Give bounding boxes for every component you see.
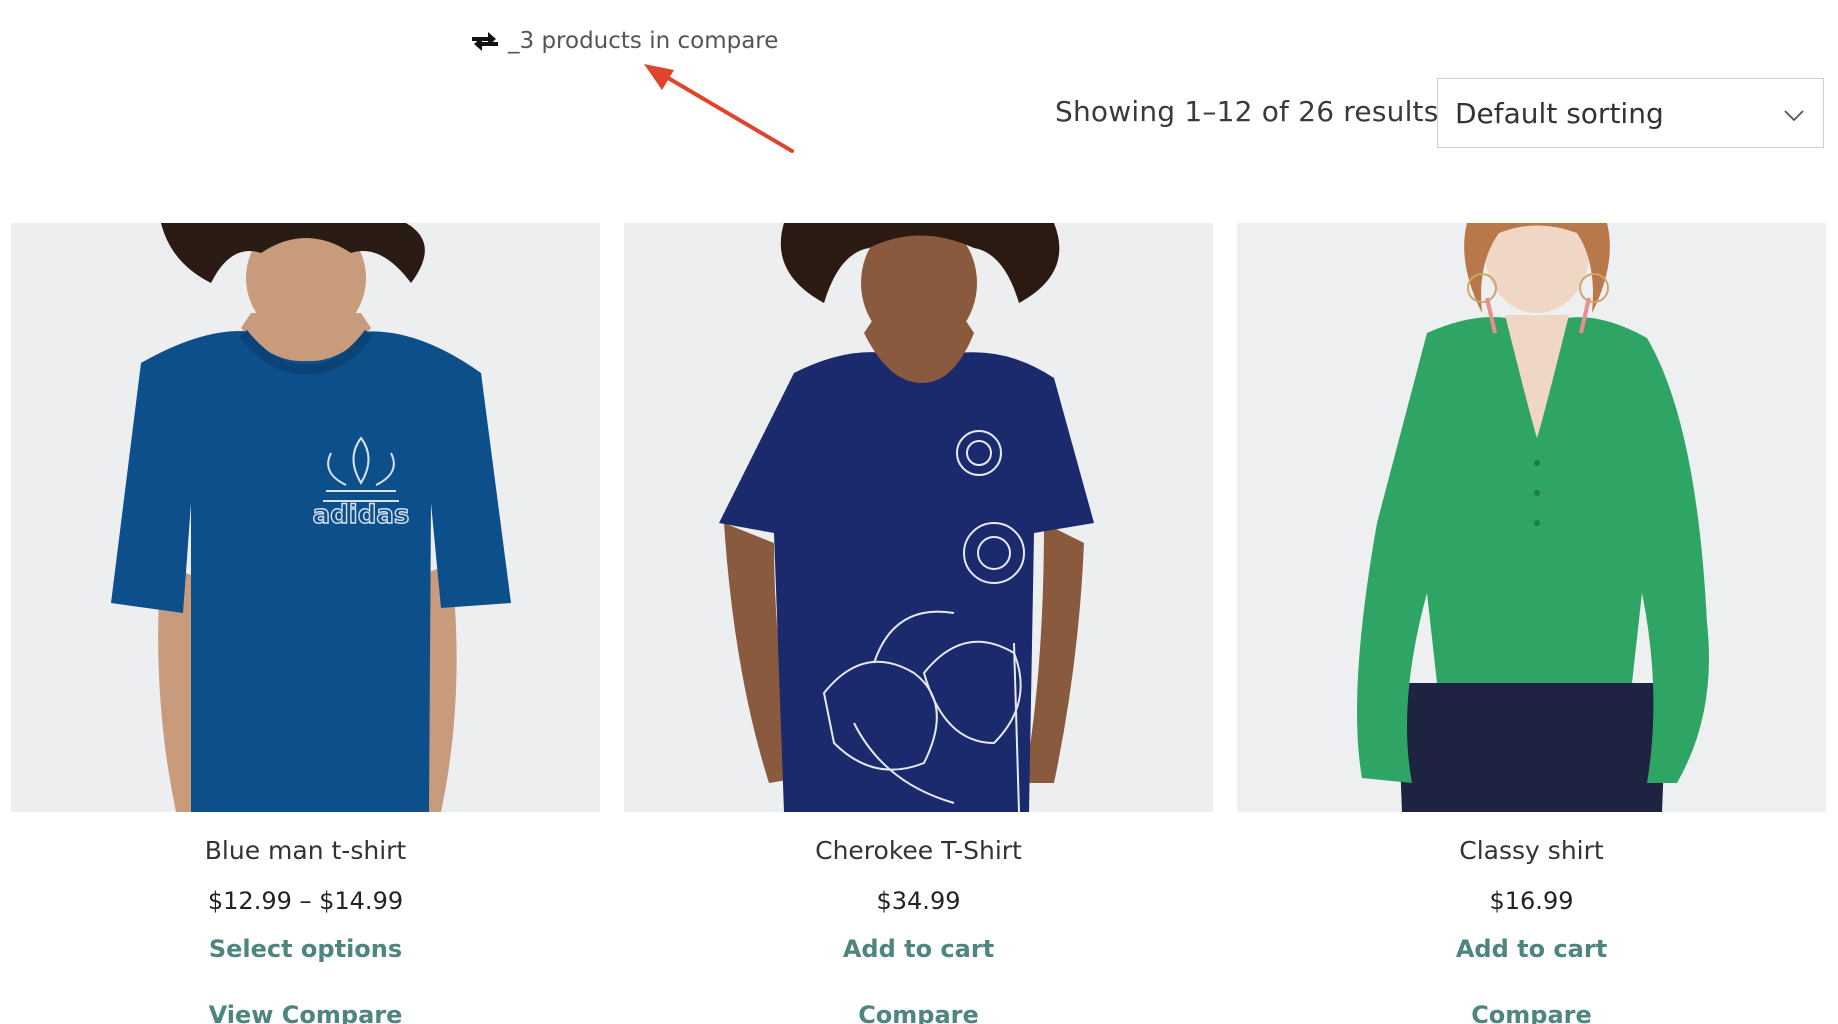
view-compare-button[interactable]: View Compare — [209, 1001, 403, 1024]
product-image[interactable] — [624, 223, 1213, 812]
product-image[interactable] — [1237, 223, 1826, 812]
results-count: Showing 1–12 of 26 results — [1055, 95, 1439, 128]
product-card: Classy shirt $16.99 Add to cart Compare — [1237, 223, 1826, 1024]
sorting-select[interactable]: Default sorting — [1437, 78, 1824, 148]
product-grid: adidas Blue man t-shirt $12.99 – $14.99 … — [11, 223, 1827, 1024]
compare-notice-text: _3 products in compare — [508, 28, 779, 54]
add-to-cart-button[interactable]: Add to cart — [843, 935, 994, 963]
product-price: $34.99 — [876, 887, 961, 915]
svg-text:adidas: adidas — [313, 500, 410, 530]
add-to-cart-button[interactable]: Add to cart — [1456, 935, 1607, 963]
product-title[interactable]: Classy shirt — [1459, 836, 1603, 865]
compare-arrows-icon — [470, 29, 500, 53]
product-price: $16.99 — [1489, 887, 1574, 915]
compare-button[interactable]: Compare — [858, 1001, 979, 1024]
chevron-down-icon — [1783, 97, 1805, 130]
sorting-selected-label: Default sorting — [1455, 96, 1664, 130]
product-price: $12.99 – $14.99 — [207, 887, 404, 915]
select-options-button[interactable]: Select options — [209, 935, 402, 963]
annotation-arrow — [644, 64, 794, 153]
product-image[interactable]: adidas — [11, 223, 600, 812]
product-title[interactable]: Cherokee T-Shirt — [815, 836, 1022, 865]
product-card: Cherokee T-Shirt $34.99 Add to cart Comp… — [624, 223, 1213, 1024]
product-card: adidas Blue man t-shirt $12.99 – $14.99 … — [11, 223, 600, 1024]
shop-page: _3 products in compare Showing 1–12 of 2… — [0, 0, 1838, 1024]
compare-button[interactable]: Compare — [1471, 1001, 1592, 1024]
compare-notice[interactable]: _3 products in compare — [470, 28, 778, 54]
product-title[interactable]: Blue man t-shirt — [205, 836, 406, 865]
